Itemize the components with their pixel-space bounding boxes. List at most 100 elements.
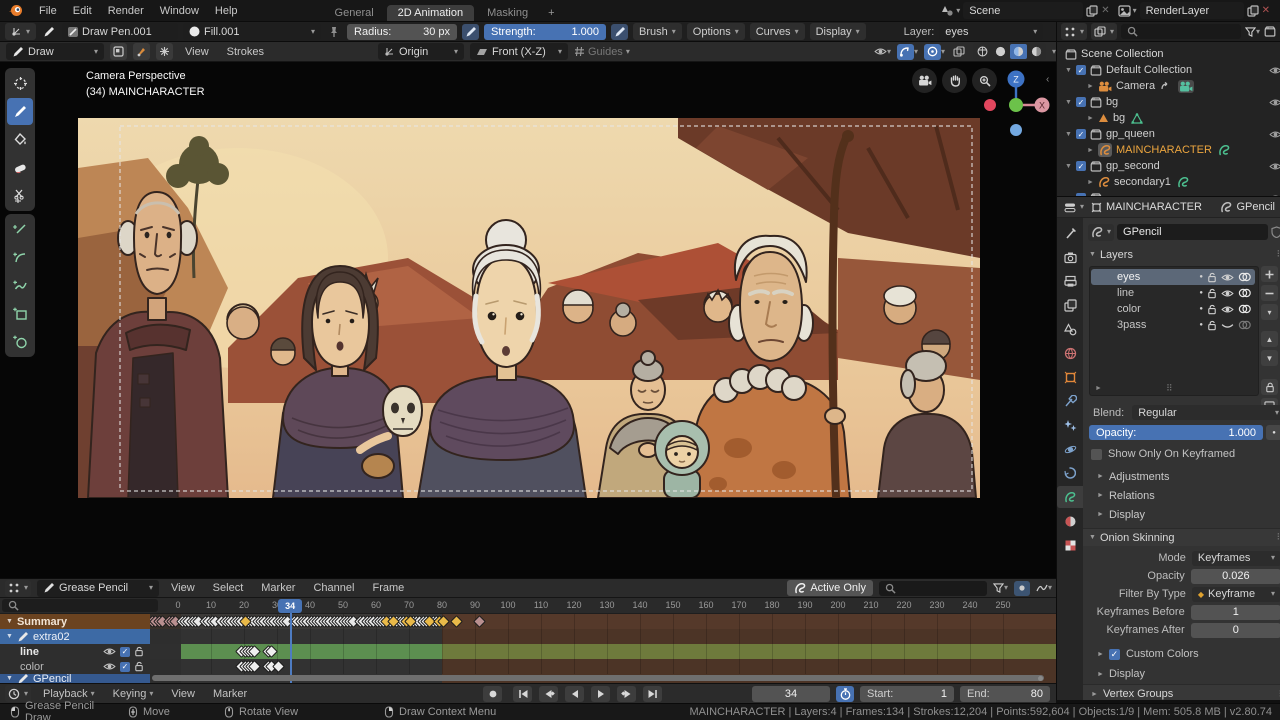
panel-expand-icon[interactable]: ►	[1097, 511, 1104, 518]
viewport-camera-icon[interactable]	[912, 68, 937, 93]
new-collection-icon[interactable]	[1264, 26, 1276, 37]
show-only-checkbox[interactable]	[1091, 449, 1102, 460]
visibility-eye-closed-icon[interactable]	[1221, 321, 1234, 330]
viewport-menu-view[interactable]: View	[179, 42, 215, 61]
interpolate-toggle[interactable]	[156, 43, 173, 60]
opacity-keyframe-button[interactable]: ●	[1266, 425, 1280, 440]
timeline-menu-keying[interactable]: Keying▾	[107, 688, 160, 700]
outliner-row[interactable]: ►MAINCHARACTER	[1057, 142, 1280, 158]
channel-checkbox[interactable]: ✓	[120, 647, 130, 657]
render-layer-name[interactable]: RenderLayer	[1146, 5, 1210, 17]
collection-checkbox[interactable]: ✓	[1076, 65, 1086, 75]
outliner-filter-button[interactable]: ▾	[1245, 27, 1260, 37]
timeline-menu-view[interactable]: View	[165, 688, 201, 700]
properties-editor-type-button[interactable]: ▾	[1061, 199, 1087, 216]
horizontal-scrollbar[interactable]	[152, 675, 1044, 681]
outliner-row[interactable]: ►secondary1	[1057, 174, 1280, 190]
curve-primitive-tool[interactable]	[7, 272, 33, 299]
viewport-pan-hand-icon[interactable]	[942, 68, 967, 93]
transform-orientation-selector[interactable]: Origin▾	[378, 43, 464, 60]
collection-checkbox[interactable]: ✓	[1076, 129, 1086, 139]
duplicate-icon[interactable]	[1086, 5, 1098, 17]
visibility-eye-icon[interactable]	[1269, 66, 1280, 75]
topbar-menu-window[interactable]: Window	[152, 0, 207, 21]
popover-curves[interactable]: Curves▾	[750, 23, 805, 40]
custom-colors-checkbox[interactable]: ✓	[1109, 649, 1120, 660]
panel-expand-icon[interactable]: ▼	[1089, 534, 1096, 541]
erase-tool[interactable]	[7, 154, 33, 181]
outliner-row[interactable]: ►bg	[1057, 110, 1280, 126]
timeline-menu-marker[interactable]: Marker	[207, 688, 253, 700]
cutter-tool[interactable]	[7, 182, 33, 209]
properties-tab-world[interactable]	[1057, 342, 1083, 364]
properties-tab-object[interactable]	[1057, 366, 1083, 388]
popover-brush[interactable]: Brush▾	[633, 23, 682, 40]
outliner-display-mode-button[interactable]: ▾	[1061, 23, 1087, 40]
channel-extra02[interactable]: ▼extra02	[0, 629, 150, 644]
workspace-tab-2d-animation[interactable]: 2D Animation	[387, 5, 474, 21]
visibility-eye-icon[interactable]	[1221, 289, 1234, 298]
visibility-eye-icon[interactable]	[103, 647, 116, 656]
visibility-eye-icon[interactable]	[1269, 130, 1280, 139]
properties-tab-viewlayer[interactable]	[1057, 294, 1083, 316]
outliner-row[interactable]: ►Camera	[1057, 78, 1280, 94]
multiframe-toggle[interactable]	[110, 43, 127, 60]
snap-toggle[interactable]: ▾	[897, 44, 918, 60]
blender-logo-icon[interactable]	[8, 4, 23, 17]
layer-opacity-slider[interactable]: Opacity:1.000	[1089, 425, 1263, 440]
layer-row-color[interactable]: color●	[1091, 301, 1255, 317]
frame-start-field[interactable]: Start:1	[860, 686, 954, 702]
onion-skin-icon[interactable]	[1238, 304, 1251, 314]
dopesheet-filter-button[interactable]: ▾	[993, 583, 1008, 593]
outliner-row[interactable]: Scene Collection	[1057, 46, 1280, 62]
pin-icon[interactable]	[329, 26, 339, 38]
outliner-filter-display-button[interactable]: ▾	[1091, 23, 1117, 40]
current-frame-field[interactable]: 34	[752, 686, 830, 702]
use-preview-range-icon[interactable]	[836, 686, 854, 702]
channel-search-field[interactable]	[2, 599, 158, 612]
lock-icon[interactable]	[1207, 304, 1217, 315]
onion-skin-icon[interactable]	[1238, 320, 1251, 330]
editor-type-button[interactable]: ▾	[5, 23, 36, 40]
close-icon[interactable]: ✕	[1101, 5, 1109, 16]
disclosure-icon[interactable]: ►	[1087, 115, 1094, 122]
disclosure-icon[interactable]: ►	[1087, 179, 1094, 186]
drawing-plane-selector[interactable]: Front (X-Z)▾	[470, 43, 568, 60]
region-collapse-icon[interactable]: ‹	[1046, 74, 1049, 85]
show-selected-icon[interactable]	[1014, 581, 1030, 596]
fake-user-shield-icon[interactable]	[1271, 226, 1280, 238]
properties-tab-physics[interactable]	[1057, 438, 1083, 460]
disclosure-icon[interactable]: ▼	[1065, 163, 1072, 170]
onion-opacity-field[interactable]: 0.026	[1191, 569, 1280, 584]
visibility-eye-icon[interactable]	[103, 662, 116, 671]
disclosure-icon[interactable]: ▼	[1065, 131, 1072, 138]
dopesheet[interactable]: 0102030405060708090100110120130140150160…	[0, 598, 1056, 683]
interpolation-button[interactable]: ▾	[1036, 583, 1052, 593]
panel-expand-icon[interactable]: ►	[1097, 473, 1104, 480]
outliner-row[interactable]: ▼✓bg	[1057, 94, 1280, 110]
onion-mode-field[interactable]: Keyframes▾	[1192, 551, 1280, 566]
fill-tool[interactable]	[7, 126, 33, 153]
lock-icon[interactable]	[1207, 320, 1217, 331]
strength-field[interactable]: Strength:1.000	[484, 24, 606, 40]
visibility-eye-icon[interactable]	[1221, 273, 1234, 282]
channel-summary[interactable]: ▼Summary	[0, 614, 150, 629]
layer-list-expand-icon[interactable]: ►	[1095, 385, 1102, 392]
remove-layer-button[interactable]	[1261, 285, 1278, 301]
layer-row-3pass[interactable]: 3pass●	[1091, 317, 1255, 333]
properties-tab-texture[interactable]	[1057, 534, 1083, 556]
line-primitive-tool[interactable]	[7, 216, 33, 243]
outliner-row[interactable]: ▼✓gp_queen	[1057, 126, 1280, 142]
viewport-menu-strokes[interactable]: Strokes	[221, 42, 270, 61]
disclosure-icon[interactable]: ▼	[1065, 67, 1072, 74]
wireframe-shading-icon[interactable]	[974, 44, 991, 59]
render-layer-selector[interactable]: ▾ RenderLayer ✕	[1118, 2, 1270, 19]
panel-expand-icon[interactable]: ▼	[1089, 251, 1096, 258]
dopesheet-menu-marker[interactable]: Marker	[255, 579, 301, 597]
lock-icon[interactable]	[134, 646, 144, 657]
datablock-name-field[interactable]: GPencil	[1117, 224, 1268, 240]
properties-tab-modifier[interactable]	[1057, 390, 1083, 412]
lock-icon[interactable]	[134, 661, 144, 672]
playhead-line[interactable]	[290, 612, 292, 683]
disclosure-icon[interactable]: ▼	[1065, 99, 1072, 106]
